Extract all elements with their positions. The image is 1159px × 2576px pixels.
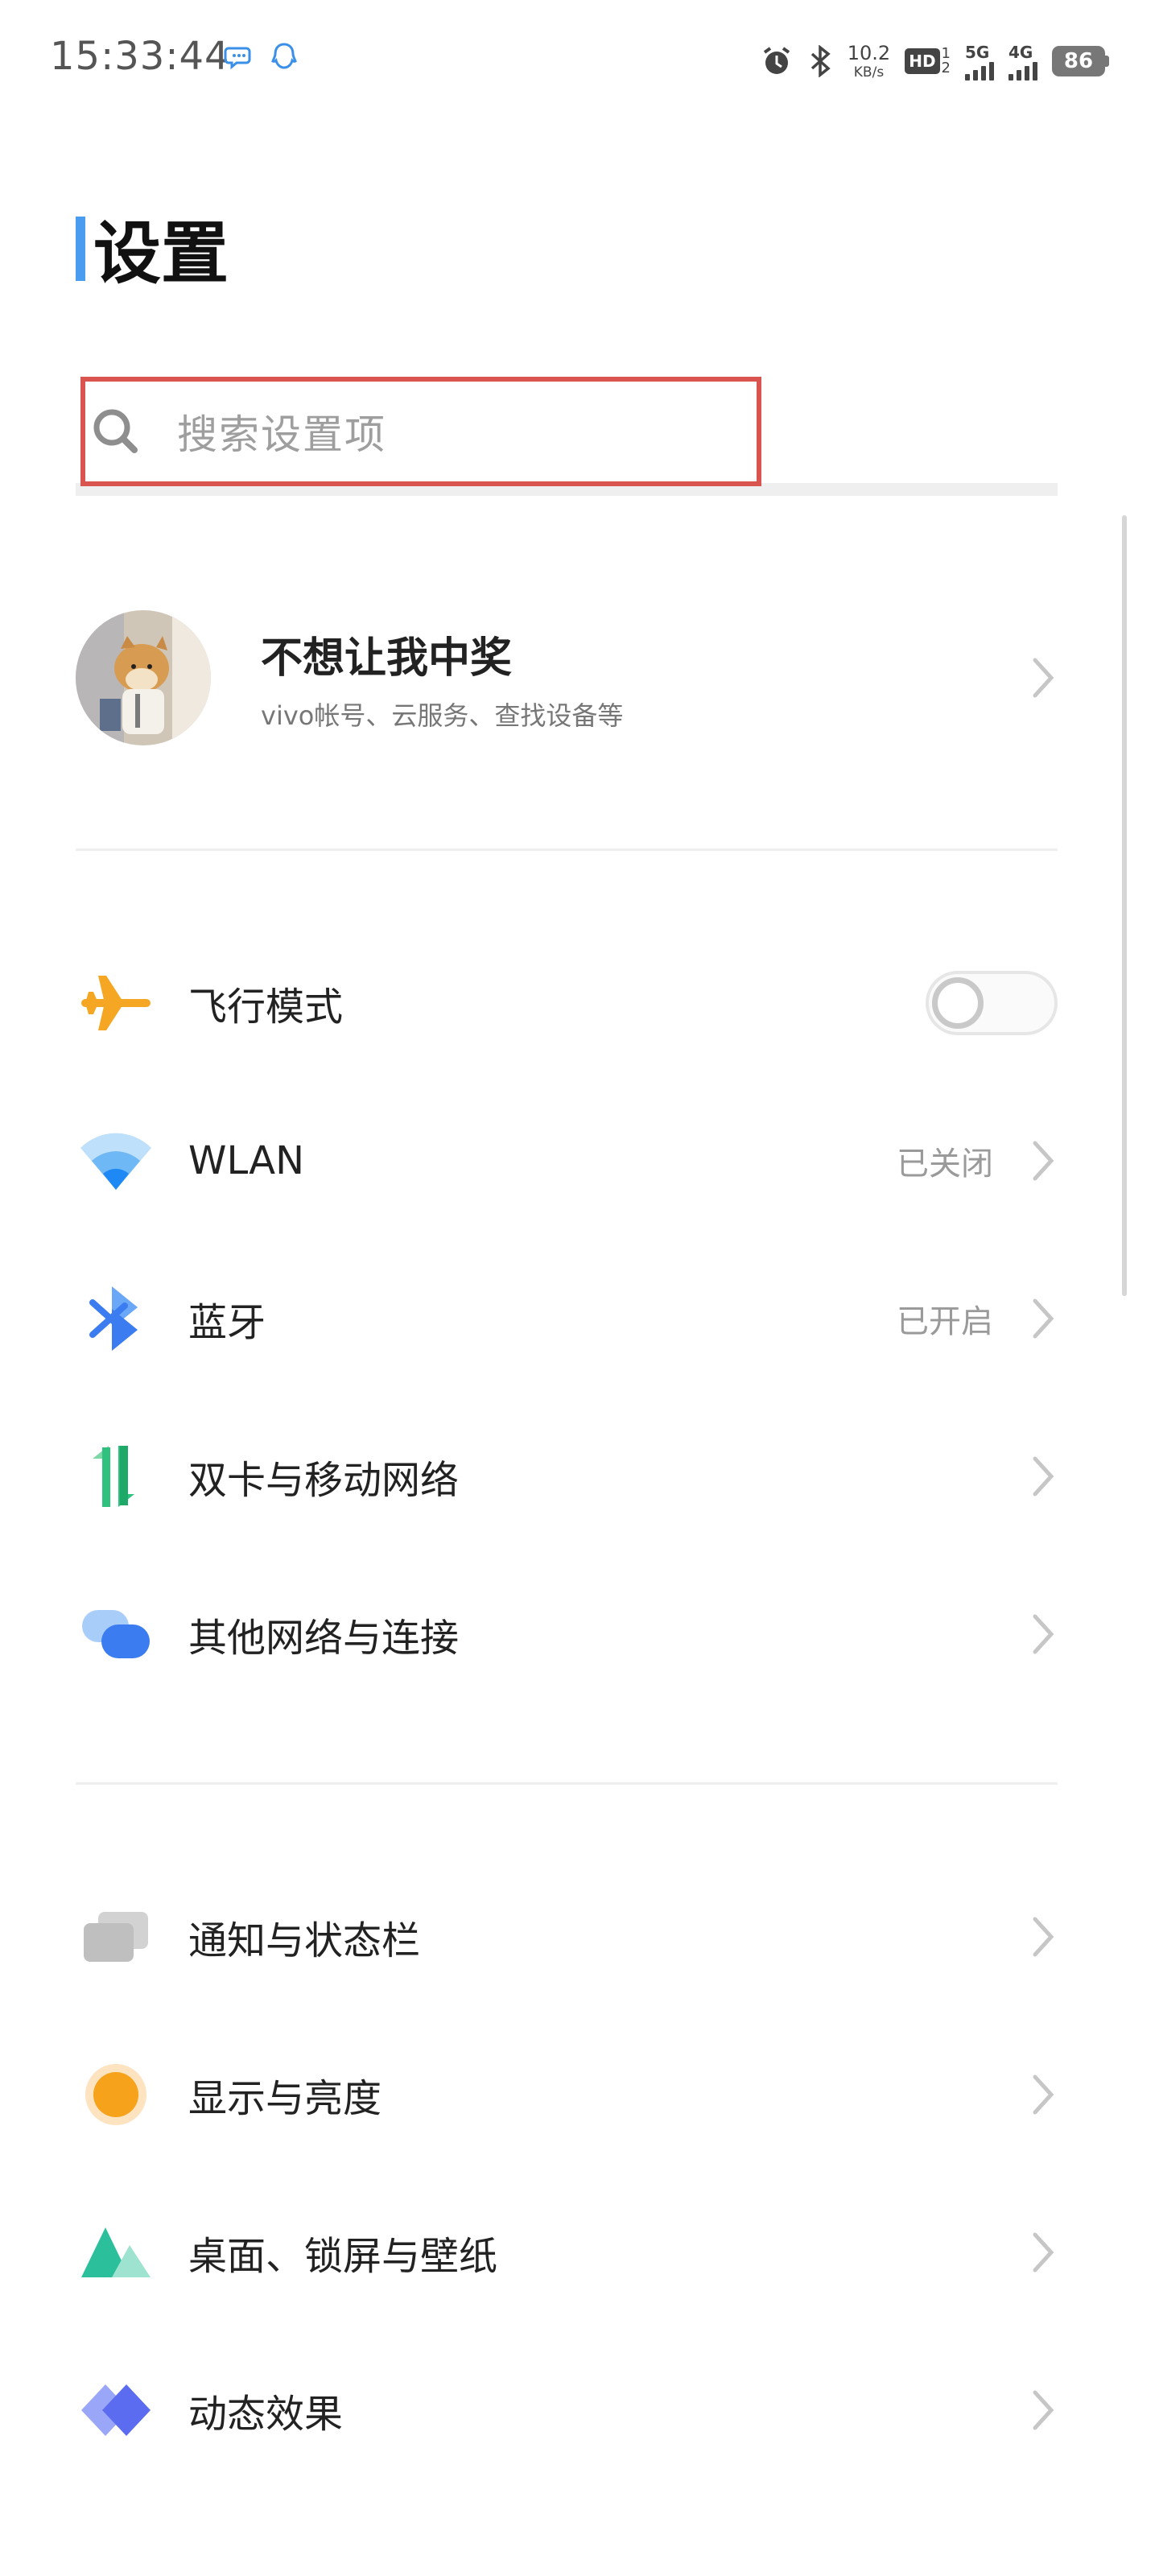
display-brightness-icon	[76, 2054, 156, 2135]
settings-item-status: 已关闭	[897, 1146, 993, 1183]
status-bar: 15:33:44 10.2 KB/s HD 1 2 5G 4G 86	[0, 0, 1159, 121]
section-divider	[76, 848, 1058, 851]
network-speed: 10.2 KB/s	[848, 43, 890, 80]
chevron-right-icon	[1033, 1456, 1054, 1496]
hd-voice-badge: HD 1 2	[905, 47, 951, 76]
toggle-knob	[932, 977, 984, 1029]
search-area: 搜索设置项	[76, 377, 1058, 497]
signal-4g-label: 4G	[1008, 42, 1033, 62]
avatar	[76, 610, 211, 745]
status-time: 15:33:44	[50, 34, 230, 79]
search-placeholder: 搜索设置项	[177, 411, 386, 458]
settings-item-label: 动态效果	[188, 2392, 344, 2437]
airplane-mode-toggle[interactable]	[926, 971, 1058, 1035]
section-divider	[76, 1782, 1058, 1785]
settings-item-label: 蓝牙	[188, 1300, 266, 1345]
chevron-right-icon	[1033, 2390, 1054, 2430]
chevron-right-icon	[1033, 658, 1054, 698]
settings-item-label: WLAN	[188, 1138, 305, 1183]
settings-item-label: 通知与状态栏	[188, 1918, 421, 1963]
notification-icon	[76, 1897, 156, 1977]
alarm-icon	[763, 47, 790, 74]
account-text: 不想让我中奖 vivo帐号、云服务、查找设备等	[261, 624, 1029, 733]
hd-sim-indices: 1 2	[942, 47, 951, 76]
airplane-icon	[76, 963, 156, 1043]
settings-item-motion-effects[interactable]: 动态效果	[76, 2331, 1058, 2489]
chevron-right-icon	[1033, 1917, 1054, 1957]
signal-5g-label: 5G	[965, 42, 990, 62]
status-notification-icons	[224, 42, 298, 72]
settings-item-display-brightness[interactable]: 显示与亮度	[76, 2016, 1058, 2174]
network-speed-value: 10.2	[847, 41, 891, 64]
chevron-right-icon	[1033, 2074, 1054, 2115]
status-right-cluster: 10.2 KB/s HD 1 2 5G 4G 86	[761, 29, 1109, 93]
hd-sub-bottom: 2	[941, 60, 951, 76]
search-input[interactable]: 搜索设置项	[80, 377, 761, 486]
bluetooth-status-icon	[810, 45, 831, 77]
network-speed-unit: KB/s	[853, 64, 885, 80]
chevron-right-icon	[1033, 1614, 1054, 1654]
bluetooth-icon	[76, 1278, 156, 1359]
chevron-right-icon	[1033, 1298, 1054, 1339]
message-bubble-icon	[224, 47, 251, 70]
hd-label: HD	[905, 48, 940, 74]
wifi-icon	[76, 1121, 156, 1201]
settings-item-bluetooth[interactable]: 蓝牙 已开启	[76, 1240, 1058, 1397]
settings-item-other-networks[interactable]: 其他网络与连接	[76, 1555, 1058, 1713]
settings-item-label: 显示与亮度	[188, 2076, 382, 2121]
chevron-right-icon	[1033, 2232, 1054, 2273]
page-title-text: 设置	[93, 214, 229, 293]
settings-item-dual-sim[interactable]: 双卡与移动网络	[76, 1397, 1058, 1555]
settings-item-airplane-mode[interactable]: 飞行模式	[76, 924, 1058, 1082]
wallpaper-icon	[76, 2212, 156, 2293]
dual-sim-icon	[76, 1436, 156, 1517]
scrollbar[interactable]	[1122, 515, 1127, 1296]
settings-item-notifications[interactable]: 通知与状态栏	[76, 1858, 1058, 2016]
account-row[interactable]: 不想让我中奖 vivo帐号、云服务、查找设备等	[76, 605, 1058, 750]
settings-item-label: 双卡与移动网络	[188, 1458, 460, 1503]
search-icon	[93, 409, 138, 453]
page-title: 设置	[76, 200, 229, 297]
settings-item-label: 飞行模式	[188, 985, 344, 1030]
motion-effect-icon	[76, 2370, 156, 2450]
title-accent-bar	[76, 216, 85, 281]
settings-item-status: 已开启	[897, 1303, 993, 1340]
settings-item-label: 其他网络与连接	[188, 1616, 460, 1661]
account-name: 不想让我中奖	[261, 634, 513, 683]
settings-item-label: 桌面、锁屏与壁纸	[188, 2234, 498, 2279]
account-subtitle: vivo帐号、云服务、查找设备等	[261, 700, 624, 731]
qq-icon	[271, 43, 297, 69]
battery-level: 86	[1052, 46, 1105, 76]
chevron-right-icon	[1033, 1141, 1054, 1181]
signal-5g: 5G	[965, 43, 994, 80]
settings-item-wallpaper[interactable]: 桌面、锁屏与壁纸	[76, 2174, 1058, 2331]
signal-4g: 4G	[1008, 43, 1037, 80]
settings-item-wlan[interactable]: WLAN 已关闭	[76, 1082, 1058, 1240]
other-network-icon	[76, 1594, 156, 1674]
settings-screen: 15:33:44 10.2 KB/s HD 1 2 5G 4G 86 设置 搜索…	[0, 0, 1159, 2576]
battery-indicator: 86	[1052, 46, 1109, 76]
